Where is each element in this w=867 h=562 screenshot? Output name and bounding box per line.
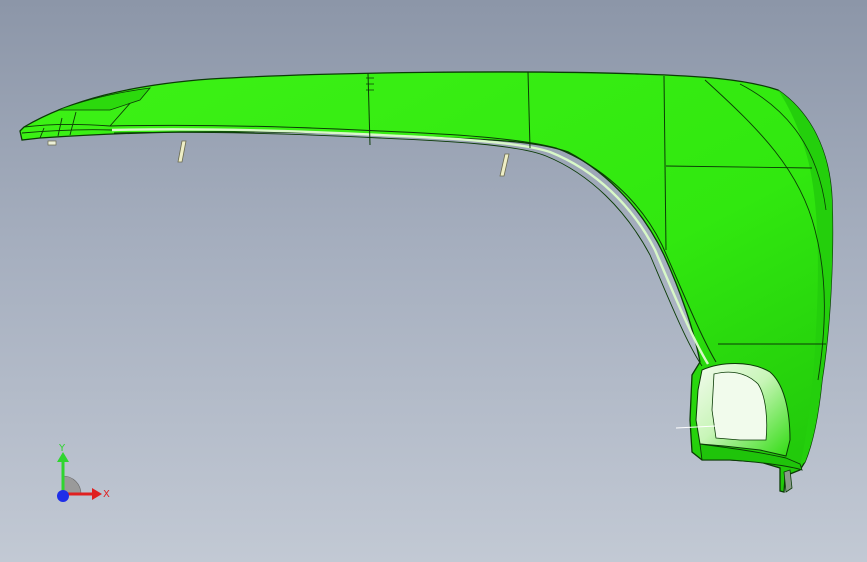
mounting-pin-right: [499, 153, 510, 177]
front-clip: [47, 140, 57, 146]
graphics-viewport[interactable]: Y X: [0, 0, 867, 562]
z-axis-dot: [57, 490, 69, 502]
x-axis-arrowhead: [92, 488, 102, 500]
y-axis-label: Y: [58, 443, 66, 454]
mounting-pin-left: [177, 140, 187, 163]
fender-flare-model[interactable]: [0, 0, 867, 562]
x-axis-label: X: [103, 489, 110, 500]
coordinate-triad: Y X: [57, 443, 110, 502]
